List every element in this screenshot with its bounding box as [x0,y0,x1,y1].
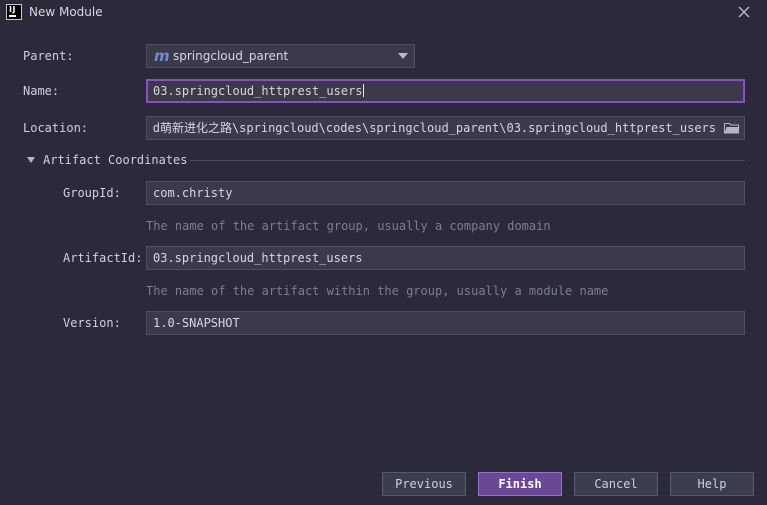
version-input[interactable]: 1.0-SNAPSHOT [146,311,745,335]
artifact-coordinates-label: Artifact Coordinates [43,153,188,167]
version-label: Version: [63,316,121,330]
parent-value: springcloud_parent [173,49,289,63]
groupid-label: GroupId: [63,186,121,200]
groupid-input[interactable]: com.christy [146,181,745,205]
close-icon [738,6,750,18]
intellij-logo-icon: IJ [6,4,22,20]
title-bar: IJ New Module [0,0,767,26]
cancel-button[interactable]: Cancel [574,472,658,496]
location-input[interactable]: D:\springcloud萌新进化之路\springcloud\codes\s… [146,116,745,140]
artifactid-input[interactable]: 03.springcloud_httprest_users [146,246,745,270]
location-value: D:\springcloud萌新进化之路\springcloud\codes\s… [153,121,716,135]
dialog-title: New Module [29,5,103,19]
previous-button[interactable]: Previous [382,472,466,496]
artifactid-hint: The name of the artifact within the grou… [146,284,609,298]
artifactid-value: 03.springcloud_httprest_users [153,251,363,265]
chevron-down-icon [398,53,408,59]
help-button[interactable]: Help [670,472,754,496]
groupid-value: com.christy [153,186,233,200]
maven-module-icon: m [154,47,170,65]
parent-dropdown[interactable]: m springcloud_parent [146,44,415,68]
name-input[interactable]: 03.springcloud_httprest_users [146,79,745,103]
name-value: 03.springcloud_httprest_users [153,84,363,98]
finish-button[interactable]: Finish [478,472,562,496]
name-label: Name: [23,84,60,98]
text-caret [362,84,364,97]
location-label: Location: [23,121,89,135]
parent-label: Parent: [23,49,74,63]
groupid-hint: The name of the artifact group, usually … [146,219,551,233]
close-button[interactable] [736,4,752,20]
folder-browse-icon[interactable] [724,122,740,134]
artifactid-label: ArtifactId: [63,251,143,265]
version-value: 1.0-SNAPSHOT [153,316,240,330]
section-divider [190,160,745,161]
triangle-down-icon [27,157,35,163]
